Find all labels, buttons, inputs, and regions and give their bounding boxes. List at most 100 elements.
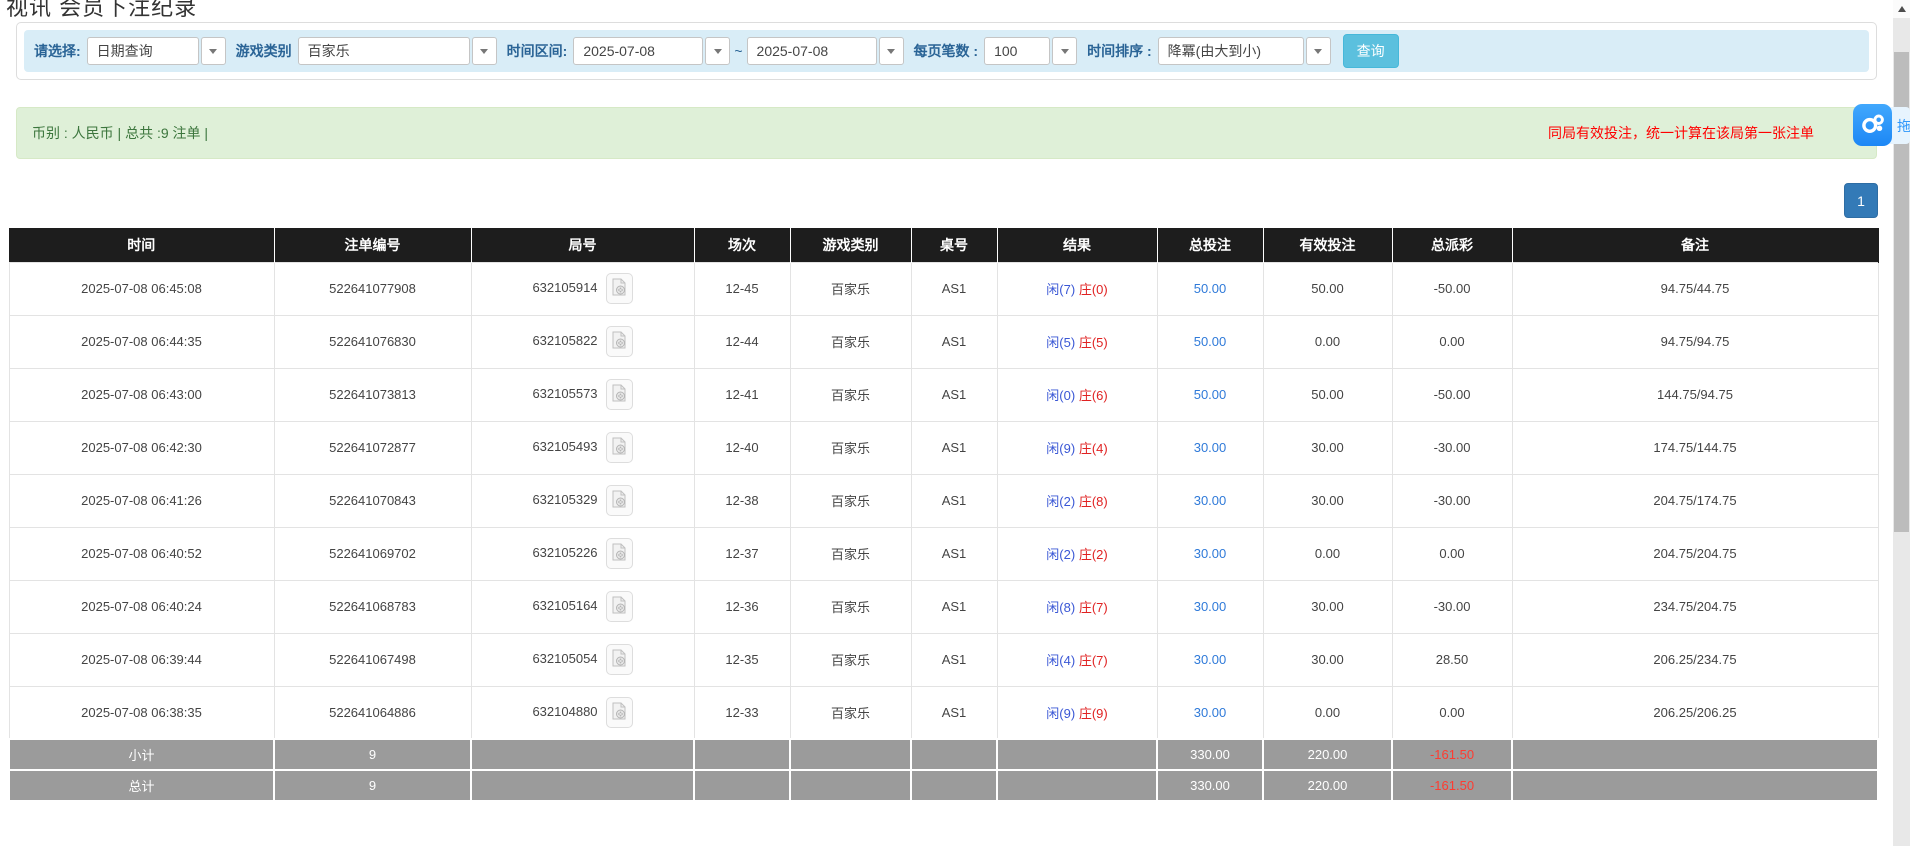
total-row-payout: -161.50: [1391, 769, 1513, 802]
game-type-cell: 百家乐: [789, 473, 912, 528]
result-cell: 闲(0) 庄(6): [996, 367, 1158, 422]
date-to-select[interactable]: 2025-07-08: [746, 37, 904, 65]
round-number: 632105822: [532, 332, 598, 348]
video-file-icon: [611, 278, 627, 299]
video-file-icon: [611, 437, 627, 458]
game-type-select[interactable]: 百家乐: [297, 37, 497, 65]
per-page-value[interactable]: 100: [984, 37, 1051, 65]
betting-records-table: 时间 注单编号 局号 场次 游戏类别 桌号 结果 总投注 有效投注 总派彩 备注 2025-07-0…: [8, 228, 1879, 802]
time-cell: 2025-07-08 06:45:08: [8, 261, 275, 316]
total-bet-cell[interactable]: 30.00: [1156, 579, 1264, 634]
player-result: 闲(7): [1046, 282, 1076, 297]
round-cell: 632105164: [470, 579, 695, 634]
query-type-select[interactable]: 日期查询: [86, 37, 226, 65]
total-bet-cell[interactable]: 30.00: [1156, 420, 1264, 475]
sort-value[interactable]: 降冪(由大到小): [1157, 37, 1304, 65]
video-replay-button[interactable]: [605, 326, 633, 357]
date-to-caret-button[interactable]: [878, 37, 904, 65]
player-result: 闲(5): [1046, 335, 1076, 350]
date-from-value[interactable]: 2025-07-08: [573, 37, 704, 65]
valid-bet-cell: 30.00: [1262, 632, 1393, 687]
video-replay-button[interactable]: [605, 485, 633, 516]
subtotal-row-empty: [693, 738, 791, 771]
video-replay-button[interactable]: [605, 696, 633, 728]
pagination-page-1-button[interactable]: 1: [1844, 183, 1878, 218]
player-result: 闲(0): [1046, 388, 1076, 403]
total-bet-cell[interactable]: 30.00: [1156, 632, 1264, 687]
range-tilde: ~: [734, 43, 743, 59]
total-bet-cell[interactable]: 30.00: [1156, 685, 1264, 740]
valid-bet-cell: 50.00: [1262, 367, 1393, 422]
date-from-caret-button[interactable]: [705, 37, 731, 65]
result-cell: 闲(9) 庄(9): [996, 685, 1158, 740]
per-page-select[interactable]: 100: [984, 37, 1078, 65]
total-bet-link[interactable]: 30.00: [1194, 546, 1227, 561]
total-row-empty: [1511, 769, 1879, 802]
total-bet-cell[interactable]: 50.00: [1156, 367, 1264, 422]
total-bet-cell[interactable]: 50.00: [1156, 261, 1264, 316]
valid-bet-cell: 0.00: [1262, 314, 1393, 369]
total-row-empty: [910, 769, 998, 802]
video-replay-button[interactable]: [605, 644, 633, 675]
total-bet-link[interactable]: 50.00: [1194, 387, 1227, 402]
table-row: 2025-07-08 06:40:52 522641069702 632105226…: [8, 526, 1879, 581]
filter-bar: 请选择: 日期查询 游戏类别 百家乐 时间区间: 2025-07-08 ~ 20…: [24, 30, 1869, 72]
total-bet-cell[interactable]: 30.00: [1156, 526, 1264, 581]
banker-result: 庄(7): [1078, 653, 1108, 668]
search-button[interactable]: 查询: [1342, 34, 1399, 68]
page-title: 视讯 会员下注纪录: [6, 0, 198, 20]
total-bet-cell[interactable]: 50.00: [1156, 314, 1264, 369]
video-replay-button[interactable]: [605, 591, 633, 622]
total-bet-link[interactable]: 30.00: [1194, 440, 1227, 455]
table-row: 2025-07-08 06:41:26 522641070843 632105329…: [8, 473, 1879, 528]
payout-cell: -30.00: [1391, 579, 1513, 634]
banker-result: 庄(9): [1078, 705, 1108, 721]
banker-result: 庄(8): [1078, 494, 1108, 509]
round-number: 632105054: [532, 650, 598, 666]
video-replay-button[interactable]: [605, 379, 633, 410]
table-no-cell: AS1: [910, 632, 998, 687]
valid-bet-notice: 同局有效投注，统一计算在该局第一张注单: [1548, 125, 1814, 141]
round-number: 632105329: [532, 491, 598, 507]
sort-select[interactable]: 降冪(由大到小): [1157, 37, 1331, 65]
per-page-label: 每页笔数 :: [913, 43, 979, 59]
bet-id-cell: 522641064886: [273, 685, 472, 740]
chevron-down-icon: [1314, 48, 1323, 54]
time-cell: 2025-07-08 06:41:26: [8, 473, 275, 528]
bet-id-cell: 522641067498: [273, 632, 472, 687]
total-bet-cell[interactable]: 30.00: [1156, 473, 1264, 528]
query-type-caret-button[interactable]: [200, 37, 226, 65]
game-type-value[interactable]: 百家乐: [297, 37, 470, 65]
game-type-cell: 百家乐: [789, 420, 912, 475]
query-type-value[interactable]: 日期查询: [86, 37, 199, 65]
result-cell: 闲(8) 庄(7): [996, 579, 1158, 634]
total-bet-link[interactable]: 30.00: [1194, 652, 1227, 667]
total-bet-link[interactable]: 30.00: [1194, 705, 1227, 720]
video-replay-button[interactable]: [605, 538, 633, 569]
subtotal-row-empty: [1511, 738, 1879, 771]
game-type-cell: 百家乐: [789, 526, 912, 581]
remark-cell: 234.75/204.75: [1511, 579, 1879, 634]
session-cell: 12-40: [693, 420, 791, 475]
total-bet-link[interactable]: 50.00: [1194, 334, 1227, 349]
subtotal-row-payout: -161.50: [1391, 738, 1513, 771]
video-replay-button[interactable]: [605, 273, 633, 304]
column-header-8: 有效投注: [1263, 228, 1393, 262]
video-file-icon: [611, 490, 627, 511]
game-type-caret-button[interactable]: [471, 37, 497, 65]
date-from-select[interactable]: 2025-07-08: [573, 37, 731, 65]
game-type-cell: 百家乐: [789, 367, 912, 422]
netdisk-floating-button[interactable]: [1853, 104, 1892, 146]
total-bet-link[interactable]: 30.00: [1194, 493, 1227, 508]
per-page-caret-button[interactable]: [1052, 37, 1078, 65]
total-bet-link[interactable]: 30.00: [1194, 599, 1227, 614]
date-to-value[interactable]: 2025-07-08: [746, 37, 877, 65]
banker-result: 庄(5): [1078, 335, 1108, 350]
sort-caret-button[interactable]: [1305, 37, 1331, 65]
total-bet-link[interactable]: 50.00: [1194, 281, 1227, 296]
scroll-up-button[interactable]: [1893, 0, 1910, 18]
banker-result: 庄(2): [1078, 547, 1108, 562]
video-replay-button[interactable]: [605, 432, 633, 463]
round-number: 632105573: [532, 385, 598, 401]
result-cell: 闲(2) 庄(8): [996, 473, 1158, 528]
